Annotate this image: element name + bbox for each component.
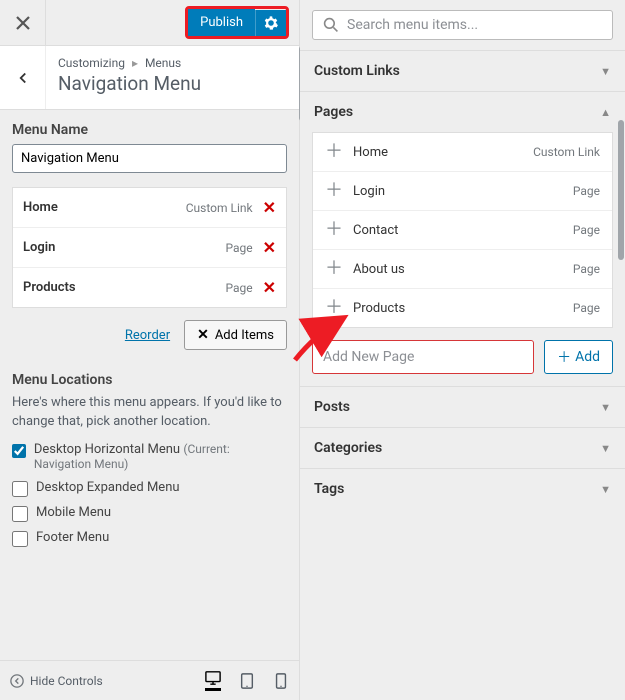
- add-button-label: Add: [575, 349, 600, 365]
- scrollbar[interactable]: [618, 120, 624, 260]
- section-tags[interactable]: Tags ▼: [300, 468, 625, 509]
- plus-icon: ＋: [325, 221, 343, 239]
- gear-icon: [264, 16, 278, 30]
- location-checkbox[interactable]: [12, 531, 28, 547]
- menu-name-input[interactable]: [12, 144, 287, 173]
- menu-item-type: Custom Link: [186, 201, 253, 215]
- chevron-down-icon: ▼: [600, 442, 611, 455]
- page-item[interactable]: ＋ Home Custom Link: [313, 133, 612, 172]
- section-label: Custom Links: [314, 63, 400, 79]
- page-label: Contact: [353, 223, 398, 238]
- add-new-page-input[interactable]: [312, 340, 534, 374]
- close-icon: ✕: [197, 327, 209, 343]
- location-checkbox[interactable]: [12, 481, 28, 497]
- remove-icon[interactable]: ✕: [263, 238, 276, 257]
- section-pages[interactable]: Pages ▲: [300, 91, 625, 132]
- section-categories[interactable]: Categories ▼: [300, 427, 625, 468]
- chevron-down-icon: ▼: [600, 483, 611, 496]
- page-item[interactable]: ＋ Products Page: [313, 289, 612, 327]
- location-checkbox-row[interactable]: Mobile Menu: [12, 505, 287, 522]
- page-item[interactable]: ＋ About us Page: [313, 250, 612, 289]
- location-checkbox-row[interactable]: Desktop Expanded Menu: [12, 480, 287, 497]
- add-items-label: Add Items: [215, 328, 274, 343]
- menu-locations-description: Here's where this menu appears. If you'd…: [12, 394, 287, 432]
- plus-icon: ＋: [325, 182, 343, 200]
- plus-icon: ＋: [325, 299, 343, 317]
- plus-icon: ＋: [557, 347, 571, 367]
- tablet-icon: [239, 673, 255, 689]
- page-type: Page: [573, 301, 600, 315]
- chevron-left-icon: [17, 72, 29, 84]
- hide-controls-button[interactable]: Hide Controls: [10, 674, 103, 688]
- mobile-icon: [273, 673, 289, 689]
- remove-icon[interactable]: ✕: [263, 198, 276, 217]
- breadcrumb-parent: Menus: [145, 56, 181, 70]
- page-type: Page: [573, 262, 600, 276]
- publish-highlight: Publish: [185, 6, 289, 39]
- pages-list: ＋ Home Custom Link ＋ Login Page ＋ Contact P…: [312, 132, 613, 328]
- chevron-right-icon: ▸: [132, 56, 138, 70]
- plus-icon: ＋: [325, 143, 343, 161]
- chevron-down-icon: ▼: [600, 401, 611, 414]
- menu-locations-heading: Menu Locations: [12, 372, 287, 388]
- search-box[interactable]: [312, 10, 613, 40]
- hide-controls-label: Hide Controls: [30, 674, 103, 688]
- publish-settings-button[interactable]: [255, 10, 286, 36]
- publish-button[interactable]: Publish: [188, 9, 255, 36]
- menu-item-row[interactable]: Login Page ✕: [13, 228, 286, 268]
- page-label: Home: [353, 145, 388, 160]
- menu-name-label: Menu Name: [12, 122, 287, 138]
- plus-icon: ＋: [325, 260, 343, 278]
- page-item[interactable]: ＋ Contact Page: [313, 211, 612, 250]
- menu-item-label: Home: [23, 200, 58, 215]
- desktop-icon: [205, 670, 221, 686]
- section-label: Pages: [314, 104, 353, 120]
- back-button[interactable]: [0, 46, 46, 109]
- page-label: About us: [353, 262, 405, 277]
- menu-item-label: Login: [23, 240, 55, 255]
- page-type: Page: [573, 184, 600, 198]
- page-type: Page: [573, 223, 600, 237]
- add-new-page-button[interactable]: ＋ Add: [544, 340, 613, 374]
- location-checkbox-row[interactable]: Desktop Horizontal Menu (Current: Naviga…: [12, 442, 287, 472]
- breadcrumb: Customizing ▸ Menus: [58, 56, 285, 70]
- location-label: Footer Menu: [36, 530, 109, 545]
- chevron-up-icon: ▲: [600, 106, 611, 119]
- breadcrumb-root: Customizing: [58, 56, 125, 70]
- menu-item-row[interactable]: Home Custom Link ✕: [13, 188, 286, 228]
- close-icon: [16, 16, 30, 30]
- section-label: Tags: [314, 481, 344, 497]
- location-checkbox-row[interactable]: Footer Menu: [12, 530, 287, 547]
- page-title: Navigation Menu: [58, 72, 285, 95]
- section-posts[interactable]: Posts ▼: [300, 386, 625, 427]
- location-label: Desktop Expanded Menu: [36, 480, 180, 495]
- collapse-icon: [10, 674, 24, 688]
- menu-items-list: Home Custom Link ✕ Login Page ✕ Products: [12, 187, 287, 308]
- location-label: Mobile Menu: [36, 505, 111, 520]
- menu-item-type: Page: [225, 281, 252, 295]
- menu-item-row[interactable]: Products Page ✕: [13, 268, 286, 307]
- page-item[interactable]: ＋ Login Page: [313, 172, 612, 211]
- section-label: Categories: [314, 440, 382, 456]
- chevron-down-icon: ▼: [600, 65, 611, 78]
- device-mobile-button[interactable]: [273, 673, 289, 689]
- menu-item-type: Page: [225, 241, 252, 255]
- close-button[interactable]: [0, 0, 46, 46]
- search-icon: [323, 17, 339, 33]
- remove-icon[interactable]: ✕: [263, 278, 276, 297]
- add-items-button[interactable]: ✕ Add Items: [184, 320, 287, 350]
- device-desktop-button[interactable]: [205, 670, 221, 691]
- page-label: Products: [353, 301, 405, 316]
- search-input[interactable]: [347, 17, 602, 33]
- menu-item-label: Products: [23, 280, 76, 295]
- location-checkbox[interactable]: [12, 506, 28, 522]
- page-type: Custom Link: [533, 145, 600, 159]
- section-label: Posts: [314, 399, 350, 415]
- location-checkbox[interactable]: [12, 443, 26, 459]
- device-tablet-button[interactable]: [239, 673, 255, 689]
- location-label: Desktop Horizontal Menu: [34, 442, 180, 457]
- section-custom-links[interactable]: Custom Links ▼: [300, 50, 625, 91]
- page-label: Login: [353, 184, 385, 199]
- reorder-link[interactable]: Reorder: [125, 328, 170, 343]
